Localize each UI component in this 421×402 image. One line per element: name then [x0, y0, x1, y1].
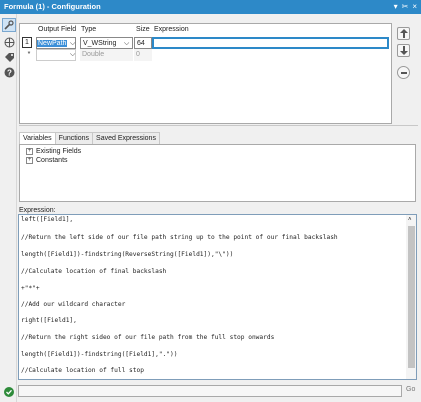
arrow-down-icon — [399, 46, 408, 55]
vertical-scrollbar[interactable]: ˄ — [406, 215, 416, 379]
new-size-cell[interactable]: 0 — [134, 49, 152, 61]
new-field-chevron-icon[interactable]: ⌵ — [70, 51, 75, 59]
expand-icon[interactable]: + — [26, 148, 33, 155]
code-line: left([Field1], — [21, 216, 74, 223]
tree-node-label: Constants — [36, 157, 68, 164]
formula-configuration-window: Formula (1) - Configuration ▾ ✂ × ? Outp… — [0, 0, 421, 402]
code-line: +"*"+ — [21, 285, 40, 292]
row-indicator-new: * — [27, 51, 31, 58]
type-chevron-icon[interactable]: ⌵ — [124, 40, 129, 48]
code-line: //Add our wildcard character — [21, 301, 126, 308]
arrow-up-icon — [399, 29, 408, 38]
header-expression[interactable]: Expression — [154, 24, 189, 36]
expression-editor[interactable]: left([Field1], //Return the left side of… — [18, 214, 417, 380]
go-button[interactable]: Go — [406, 386, 415, 393]
tag-icon[interactable] — [3, 51, 15, 63]
status-bar — [18, 385, 402, 397]
move-up-button[interactable] — [397, 27, 410, 40]
code-line: right([Field1], — [21, 317, 77, 324]
output-field-value: NewPath — [37, 40, 68, 47]
code-line: length([Field1])-findstring([Field1],"."… — [21, 351, 178, 358]
crosshair-icon[interactable] — [3, 36, 15, 48]
tree-node-label: Existing Fields — [36, 148, 82, 155]
helper-tabs: Variables Functions Saved Expressions — [19, 132, 160, 145]
help-icon[interactable]: ? — [3, 66, 15, 78]
minus-icon — [400, 71, 407, 74]
header-size[interactable]: Size — [136, 24, 150, 36]
dropdown-icon[interactable]: ▾ — [394, 0, 398, 14]
move-down-button[interactable] — [397, 44, 410, 57]
formula-grid: Output Field Type Size Expression 1 NewP… — [19, 23, 392, 124]
chevron-down-icon[interactable]: ⌵ — [70, 40, 75, 48]
tree-node-constants[interactable]: + Constants — [26, 156, 68, 165]
scroll-thumb[interactable] — [408, 226, 415, 368]
tool-rail: ? — [0, 14, 17, 402]
code-line: //Calculate location of final backslash — [21, 268, 167, 275]
variables-tree: + Existing Fields + Constants — [19, 144, 416, 202]
tab-saved-expressions[interactable]: Saved Expressions — [92, 132, 160, 144]
title-controls: ▾ ✂ × — [394, 0, 417, 14]
code-line: //Calculate location of full stop — [21, 367, 144, 374]
tab-functions[interactable]: Functions — [54, 132, 94, 144]
svg-text:?: ? — [7, 68, 12, 77]
grid-row-new[interactable]: * ⌵ Double 0 — [20, 49, 393, 61]
header-type[interactable]: Type — [81, 24, 96, 36]
header-output-field[interactable]: Output Field — [38, 24, 76, 36]
pane-splitter[interactable] — [19, 125, 418, 129]
pin-icon[interactable]: ✂ — [402, 0, 409, 14]
code-line: length([Field1])-findstring(ReverseStrin… — [21, 251, 234, 258]
code-line: //Return the left side of our file path … — [21, 234, 338, 241]
code-line: //Return the right sideo of our file pat… — [21, 334, 275, 341]
type-value: V_WString — [83, 40, 117, 47]
row-indicator: 1 — [22, 37, 32, 48]
size-cell[interactable]: 64 — [134, 37, 152, 49]
scroll-up-icon[interactable]: ˄ — [408, 217, 412, 223]
title-bar: Formula (1) - Configuration ▾ ✂ × — [0, 0, 421, 14]
new-type-select[interactable]: Double — [80, 49, 133, 61]
window-title: Formula (1) - Configuration — [4, 2, 101, 11]
close-icon[interactable]: × — [412, 0, 417, 14]
grid-row-1[interactable]: 1 NewPath ⌵ V_WString ⌵ 64 — [20, 37, 393, 49]
check-icon[interactable] — [4, 387, 14, 397]
expression-cell[interactable] — [152, 37, 389, 49]
remove-row-button[interactable] — [397, 66, 410, 79]
expand-icon[interactable]: + — [26, 157, 33, 164]
wrench-icon[interactable] — [2, 18, 16, 32]
tree-node-existing-fields[interactable]: + Existing Fields — [26, 147, 81, 156]
